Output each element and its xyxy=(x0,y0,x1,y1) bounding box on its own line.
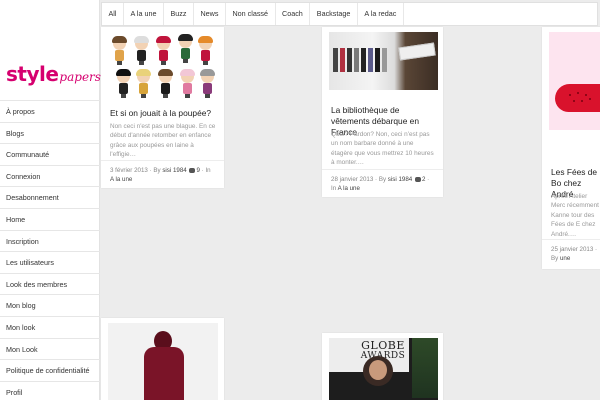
sidebar-item-mon-look-2[interactable]: Mon Look xyxy=(0,337,100,360)
tab-all[interactable]: All xyxy=(102,3,124,25)
comment-icon xyxy=(189,167,196,173)
post-comment-count[interactable]: 2 xyxy=(422,176,425,183)
post-card-globe[interactable]: GLOBE AWARDS xyxy=(322,333,443,400)
doll-figure xyxy=(158,69,173,98)
sidebar-item-a-propos[interactable]: À propos xyxy=(0,100,100,122)
post-image-globe-awards[interactable]: GLOBE AWARDS xyxy=(329,338,438,400)
doll-figure xyxy=(178,34,193,63)
post-category[interactable]: une xyxy=(560,255,570,262)
post-category[interactable]: A la une xyxy=(338,185,360,192)
store-sign xyxy=(398,42,436,61)
post-card-library[interactable]: La bibliothèque de vêtements débarque en… xyxy=(322,27,443,197)
post-card-fees[interactable]: Les Fées de Bo chez André Après Atelier … xyxy=(542,27,600,269)
puffer-jacket xyxy=(144,347,184,400)
sidebar-menu: À propos Blogs Communauté Connexion Desa… xyxy=(0,100,100,400)
sidebar-item-profil[interactable]: Profil xyxy=(0,380,100,400)
post-author[interactable]: sisi 1984 xyxy=(388,176,412,183)
sidebar-item-home[interactable]: Home xyxy=(0,207,100,230)
tab-buzz[interactable]: Buzz xyxy=(164,3,194,25)
sidebar-item-desabonnement[interactable]: Desabonnement xyxy=(0,186,100,208)
post-meta: 28 janvier 2013 · By sisi 1984 2 · In A … xyxy=(322,169,443,193)
doll-figure xyxy=(180,69,195,98)
sidebar-item-mon-look[interactable]: Mon look xyxy=(0,315,100,338)
doll-figure xyxy=(156,36,171,65)
doll-figure xyxy=(116,69,131,98)
sidebar-item-mon-blog[interactable]: Mon blog xyxy=(0,294,100,316)
logo-papers-text: papers xyxy=(59,70,101,84)
sidebar-item-blogs[interactable]: Blogs xyxy=(0,121,100,144)
celebrity-face xyxy=(369,360,387,380)
post-image-clothes-rack[interactable] xyxy=(329,32,438,90)
sidebar-item-look-des-membres[interactable]: Look des membres xyxy=(0,272,100,295)
post-comment-count[interactable]: 9 xyxy=(196,167,199,174)
tab-backstage[interactable]: Backstage xyxy=(310,3,358,25)
post-excerpt: Non ceci n'est pas une blague. En ce déb… xyxy=(110,123,216,159)
post-author[interactable]: sisi 1984 xyxy=(162,167,186,174)
logo-style-text: style xyxy=(6,62,59,86)
category-nav: All A la une Buzz News Non classé Coach … xyxy=(101,2,598,26)
post-date: 25 janvier 2013 xyxy=(551,246,594,253)
sidebar: stylepapers À propos Blogs Communauté Co… xyxy=(0,0,101,400)
sidebar-item-communaute[interactable]: Communauté xyxy=(0,143,100,165)
post-date: 28 janvier 2013 xyxy=(331,176,374,183)
comment-icon xyxy=(414,176,421,182)
tab-news[interactable]: News xyxy=(194,3,226,25)
post-by: · By xyxy=(149,167,161,174)
tab-non-classe[interactable]: Non classé xyxy=(226,3,276,25)
sidebar-item-les-utilisateurs[interactable]: Les utilisateurs xyxy=(0,251,100,273)
sidebar-item-inscription[interactable]: Inscription xyxy=(0,229,100,252)
post-in: · In xyxy=(201,167,211,174)
post-category[interactable]: A la une xyxy=(110,176,132,183)
post-meta: 25 janvier 2013 · By une xyxy=(542,239,600,263)
site-logo[interactable]: stylepapers xyxy=(6,62,101,90)
red-shoe xyxy=(555,84,600,112)
tab-a-la-une[interactable]: A la une xyxy=(124,3,164,25)
post-image-jacket[interactable] xyxy=(108,323,218,400)
sidebar-item-politique[interactable]: Politique de confidentialité xyxy=(0,359,100,381)
post-meta: 3 février 2013 · By sisi 1984 9 · In A l… xyxy=(101,160,224,184)
doll-figure xyxy=(112,36,127,65)
doll-figure xyxy=(198,36,213,65)
post-date: 3 février 2013 xyxy=(110,167,148,174)
doll-figure xyxy=(200,69,215,98)
doll-figure xyxy=(134,36,149,65)
post-image-dolls[interactable] xyxy=(108,32,218,100)
tab-a-la-redac[interactable]: A la redac xyxy=(358,3,404,25)
post-image-shoe[interactable] xyxy=(549,32,600,130)
post-excerpt: Après Atelier Merc récemment Kanne tour … xyxy=(551,193,599,238)
post-excerpt: Quoi? Pardon? Non, ceci n'est pas un nom… xyxy=(331,131,434,167)
post-title[interactable]: Et si on jouait à la poupée? xyxy=(110,108,215,119)
post-card-dolls[interactable]: Et si on jouait à la poupée? Non ceci n'… xyxy=(101,27,224,188)
post-card-jacket[interactable] xyxy=(101,318,224,400)
tab-coach[interactable]: Coach xyxy=(276,3,311,25)
doll-figure xyxy=(136,69,151,98)
post-by: · By xyxy=(375,176,387,183)
sidebar-item-connexion[interactable]: Connexion xyxy=(0,164,100,187)
